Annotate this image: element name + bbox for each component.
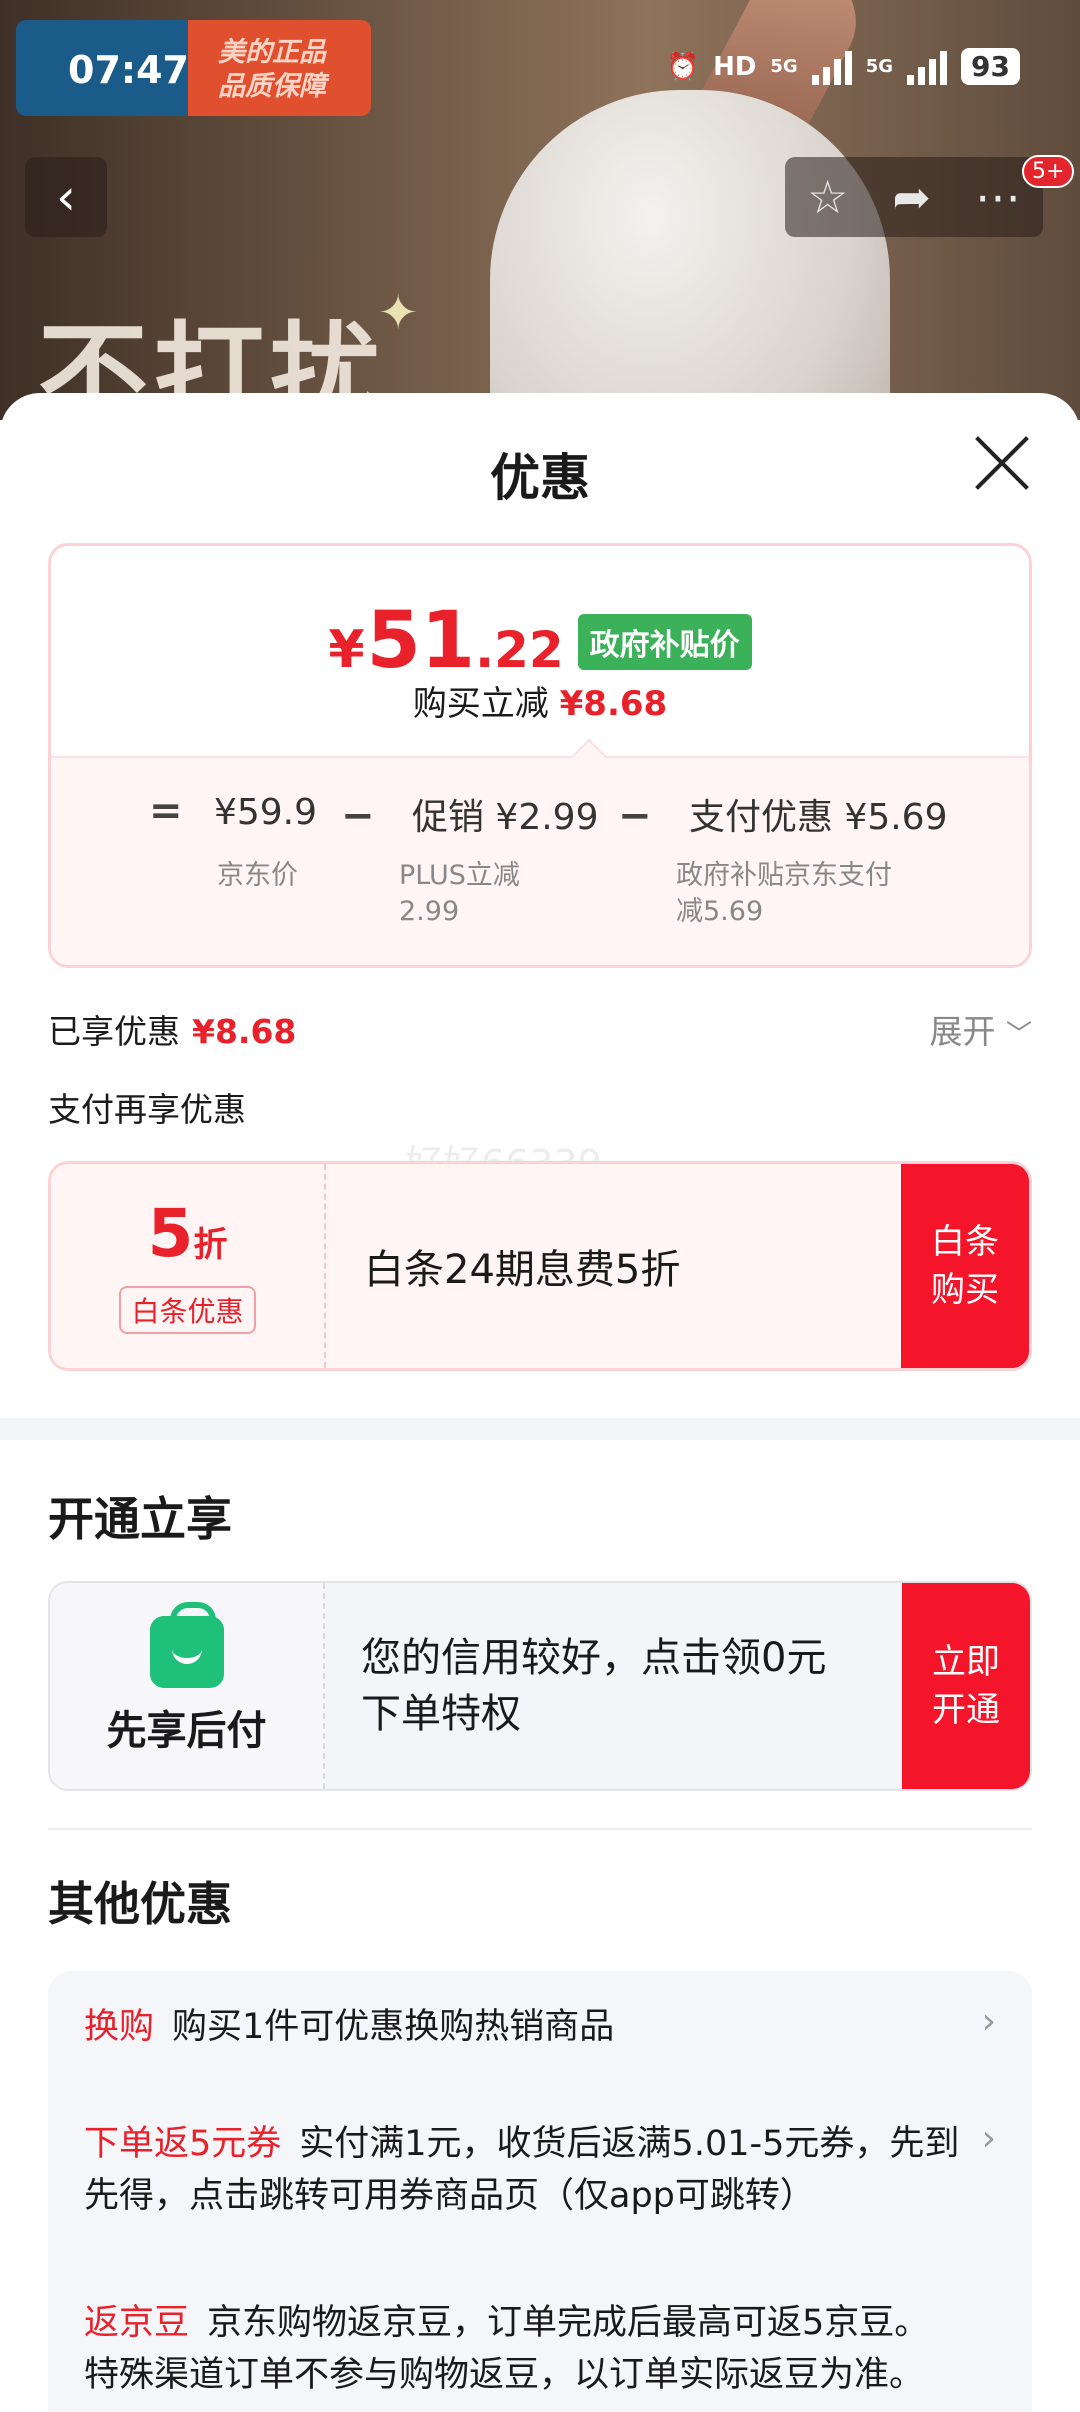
pay-later-card[interactable]: 先享后付 您的信用较好，点击领0元下单特权 立即 开通 [48,1581,1032,1791]
sparkle-icon: ✦ [378,285,419,341]
baitiao-tag: 白条优惠 [119,1285,256,1334]
promo-item-coupon[interactable]: 下单返5元券 实付满1元，收货后返满5.01-5元券，先到先得，点击跳转可用券商品… [84,2118,962,2222]
breakdown-promo: − 促销 ¥2.99 [341,788,598,840]
payment-amount: 支付优惠 ¥5.69 [688,797,948,838]
close-icon[interactable] [972,433,1032,493]
instant-value: ¥8.68 [559,684,668,724]
currency-symbol: ¥ [328,620,365,680]
other-section-title: 其他优惠 [48,1877,232,1931]
battery-icon: 93 [961,48,1020,85]
shopping-bag-icon [149,1602,224,1688]
final-price-area: ¥ 51 .22 政府补贴价 购买立减 ¥8.68 [51,546,1029,756]
enjoyed-label: 已享优惠 [48,1012,180,1051]
minus-sign: − [618,793,652,839]
sheet-title: 优惠 [490,449,590,507]
jd-price-label: 京东价 [217,860,298,891]
promo-item-exchange[interactable]: 换购 购买1件可优惠换购热销商品 [84,2001,962,2053]
instant-discount: 购买立减 ¥8.68 [51,676,1029,725]
lamp-image [490,90,890,420]
final-price: ¥ 51 .22 政府补贴价 [51,596,1029,686]
minus-sign: − [341,793,375,839]
back-button[interactable]: ‹ [25,157,107,237]
signal-icon-2 [907,49,948,85]
enjoyed-value: ¥8.68 [192,1012,297,1051]
discount-number: 5 [147,1194,194,1272]
pay-more-title: 支付再享优惠 [48,1090,246,1129]
chevron-down-icon: ﹀ [1005,1020,1032,1050]
top-action-group: ☆ ➦ ⋯ [785,157,1043,237]
promo-text: 京东购物返京豆，订单完成后最高可返5京豆。特殊渠道订单不参与购物返豆，以订单实际… [84,2303,930,2395]
cart-badge: 5+ [1022,155,1075,188]
price-breakdown: = ¥59.9 京东价 − 促销 ¥2.99 PLUS立减 2.99 − 支付优… [51,756,1029,965]
signal-icon-1 [811,49,852,85]
pay-later-title: 先享后付 [106,1708,267,1754]
enjoyed-discount: 已享优惠 ¥8.68 [48,1005,296,1053]
network-label-1: 5G [770,56,798,77]
open-now-button[interactable]: 立即 开通 [902,1583,1030,1789]
discount-sheet: 优惠 ¥ 51 .22 政府补贴价 购买立减 ¥8.68 = ¥59.9 京东价… [0,393,1080,2412]
price-decimal: .22 [475,621,564,679]
equals-sign: = [149,788,183,834]
gov-subsidy-tag: 政府补贴价 [577,614,752,670]
expand-button[interactable]: 展开 ﹀ [929,1005,1032,1053]
favorite-star-icon[interactable]: ☆ [807,170,848,224]
alarm-icon: ⏰ [666,51,700,82]
expand-label: 展开 [929,1012,996,1051]
breakdown-jd-price: = ¥59.9 [149,788,317,834]
status-icons: ⏰ HD 5G 5G 93 [667,48,1020,85]
brand-slogan: 美的正品 品质保障 [188,20,371,116]
jd-price-amount: ¥59.9 [213,792,318,833]
share-icon[interactable]: ➦ [892,170,931,224]
promo-tag: 换购 [84,2007,155,2047]
brand-line1: 美的正品 [218,37,326,68]
promo-tag: 返京豆 [84,2303,190,2343]
promo-item-jingdou: 返京豆 京东购物返京豆，订单完成后最高可返5京豆。特殊渠道订单不参与购物返豆，以订… [84,2297,962,2401]
promo-label-line2: 2.99 [399,896,460,927]
baitiao-buy-button[interactable]: 白条 购买 [901,1164,1029,1368]
brand-line2: 品质保障 [218,71,326,102]
payment-label-line1: 政府补贴京东支付 [676,860,892,891]
payment-label-line2: 减5.69 [676,896,764,927]
pay-later-badge: 先享后付 [50,1583,325,1789]
promo-amount: 促销 ¥2.99 [411,797,599,838]
network-label-2: 5G [865,56,894,77]
pay-later-desc: 您的信用较好，点击领0元下单特权 [361,1635,827,1737]
promo-label-line1: PLUS立减 [399,860,520,891]
promo-label: PLUS立减 2.99 [399,858,520,930]
divider [48,1828,1032,1830]
hd-icon: HD [713,51,757,82]
chevron-right-icon[interactable]: › [982,2001,996,2042]
open-btn-line2: 开通 [932,1690,1000,1730]
baitiao-discount-value: 5折 [148,1198,228,1280]
instant-label: 购买立减 [412,684,549,724]
chevron-right-icon[interactable]: › [982,2118,996,2159]
payment-label: 政府补贴京东支付 减5.69 [676,858,892,930]
price-card: ¥ 51 .22 政府补贴价 购买立减 ¥8.68 = ¥59.9 京东价 − … [48,543,1032,968]
other-promos-list: 换购 购买1件可优惠换购热销商品 › 下单返5元券 实付满1元，收货后返满5.01-… [48,1971,1032,2412]
open-section-title: 开通立享 [48,1492,232,1546]
baitiao-discount: 5折 白条优惠 [51,1164,326,1368]
status-time: 07:47 [68,48,189,92]
section-divider [0,1418,1080,1440]
chevron-left-icon: ‹ [56,168,76,226]
baitiao-offer-card[interactable]: 5折 白条优惠 白条24期息费5折 白条 购买 [48,1161,1032,1371]
baitiao-btn-line2: 购买 [931,1270,999,1310]
discount-unit: 折 [193,1224,228,1265]
breakdown-payment: − 支付优惠 ¥5.69 [618,788,947,840]
open-btn-line1: 立即 [932,1642,1000,1682]
more-icon[interactable]: ⋯ [975,170,1021,224]
baitiao-btn-line1: 白条 [931,1222,999,1262]
promo-tag: 下单返5元券 [84,2124,282,2164]
baitiao-desc: 白条24期息费5折 [364,1247,681,1293]
price-integer: 51 [366,596,476,686]
promo-text: 购买1件可优惠换购热销商品 [172,2007,615,2047]
